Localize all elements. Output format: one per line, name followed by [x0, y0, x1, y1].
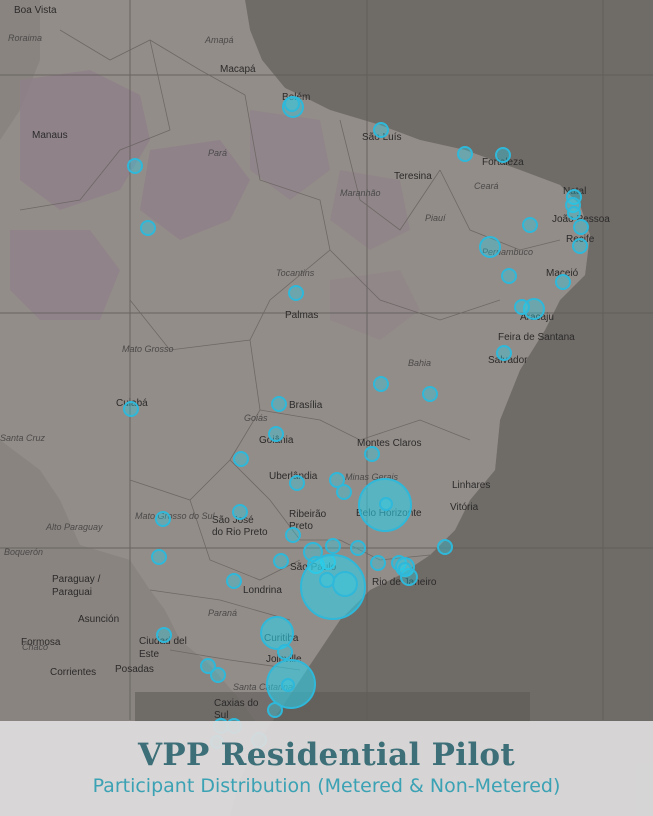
- participant-marker[interactable]: [332, 571, 358, 597]
- participant-marker[interactable]: [127, 158, 143, 174]
- participant-marker[interactable]: [336, 484, 352, 500]
- participant-marker[interactable]: [285, 527, 301, 543]
- participant-marker[interactable]: [155, 511, 171, 527]
- region-label: Ceará: [474, 181, 499, 191]
- map-figure: Boa Vista Macapá Manaus Belém São Luís Fortal…: [0, 0, 653, 816]
- participant-marker[interactable]: [319, 572, 335, 588]
- region-label: Santa Cruz: [0, 433, 46, 443]
- participant-marker[interactable]: [364, 446, 380, 462]
- participant-marker[interactable]: [267, 702, 283, 718]
- participant-marker[interactable]: [156, 627, 172, 643]
- map-subtitle: Participant Distribution (Metered & Non-…: [92, 775, 561, 797]
- region-label: Boquerón: [4, 547, 43, 557]
- participant-marker[interactable]: [140, 220, 156, 236]
- region-label: Roraima: [8, 33, 42, 43]
- region-label: Amapá: [204, 35, 234, 45]
- place-label: Palmas: [285, 310, 318, 321]
- participant-marker[interactable]: [325, 538, 341, 554]
- place-label: Montes Claros: [357, 438, 421, 449]
- place-label: Posadas: [115, 664, 154, 675]
- region-label: Mato Grosso: [122, 344, 174, 354]
- participant-marker[interactable]: [495, 147, 511, 163]
- region-label: Piauí: [425, 213, 447, 223]
- participant-marker[interactable]: [260, 616, 294, 650]
- participant-marker[interactable]: [281, 678, 295, 692]
- participant-marker[interactable]: [277, 644, 293, 660]
- region-label: Alto Paraguay: [45, 522, 103, 532]
- participant-marker[interactable]: [379, 497, 393, 511]
- participant-marker[interactable]: [268, 426, 284, 442]
- region-label: Tocantins: [276, 268, 315, 278]
- place-label: Linhares: [452, 480, 490, 491]
- place-label: Feira de Santana: [498, 332, 575, 343]
- participant-marker[interactable]: [232, 504, 248, 520]
- participant-marker[interactable]: [522, 217, 538, 233]
- participant-marker[interactable]: [271, 396, 287, 412]
- participant-marker[interactable]: [437, 539, 453, 555]
- participant-marker[interactable]: [210, 667, 226, 683]
- place-label: Teresina: [394, 171, 432, 182]
- place-label: Macapá: [220, 64, 256, 75]
- map-title: VPP Residential Pilot: [137, 737, 516, 773]
- region-label: Bahia: [408, 358, 431, 368]
- map-canvas[interactable]: Boa VistaMacapáManausBelémSão LuísFortal…: [0, 0, 653, 816]
- participant-marker[interactable]: [289, 475, 305, 491]
- participant-marker[interactable]: [457, 146, 473, 162]
- participant-marker[interactable]: [273, 553, 289, 569]
- participant-marker[interactable]: [555, 274, 571, 290]
- place-label: Londrina: [243, 585, 282, 596]
- shadow-band: [135, 692, 530, 722]
- caption-panel: VPP Residential Pilot Participant Distri…: [0, 721, 653, 816]
- participant-marker[interactable]: [370, 555, 386, 571]
- region-label: Pará: [208, 148, 227, 158]
- participant-marker[interactable]: [501, 268, 517, 284]
- participant-marker[interactable]: [567, 206, 581, 220]
- participant-marker[interactable]: [422, 386, 438, 402]
- participant-marker[interactable]: [151, 549, 167, 565]
- participant-marker[interactable]: [573, 219, 589, 235]
- place-label: Brasília: [289, 400, 323, 411]
- participant-marker[interactable]: [398, 562, 412, 576]
- place-label: Vitória: [450, 502, 479, 513]
- region-label: Chaco: [22, 642, 48, 652]
- participant-marker[interactable]: [572, 238, 588, 254]
- participant-marker[interactable]: [226, 573, 242, 589]
- participant-marker[interactable]: [373, 122, 389, 138]
- place-label: Manaus: [32, 130, 68, 141]
- participant-marker[interactable]: [233, 451, 249, 467]
- place-label: Corrientes: [50, 667, 96, 678]
- participant-marker[interactable]: [496, 345, 512, 361]
- participant-marker[interactable]: [284, 96, 300, 112]
- participant-marker[interactable]: [288, 285, 304, 301]
- participant-marker[interactable]: [514, 299, 530, 315]
- region-label: Mato Grosso do Sul: [135, 511, 216, 521]
- place-label: Asunción: [78, 614, 119, 625]
- place-label: Boa Vista: [14, 5, 57, 16]
- participant-marker[interactable]: [373, 376, 389, 392]
- participant-marker[interactable]: [123, 401, 139, 417]
- participant-marker[interactable]: [479, 236, 501, 258]
- region-label: Paraná: [208, 608, 237, 618]
- region-label: Goiás: [244, 413, 268, 423]
- region-label: Maranhão: [340, 188, 381, 198]
- participant-marker[interactable]: [350, 540, 366, 556]
